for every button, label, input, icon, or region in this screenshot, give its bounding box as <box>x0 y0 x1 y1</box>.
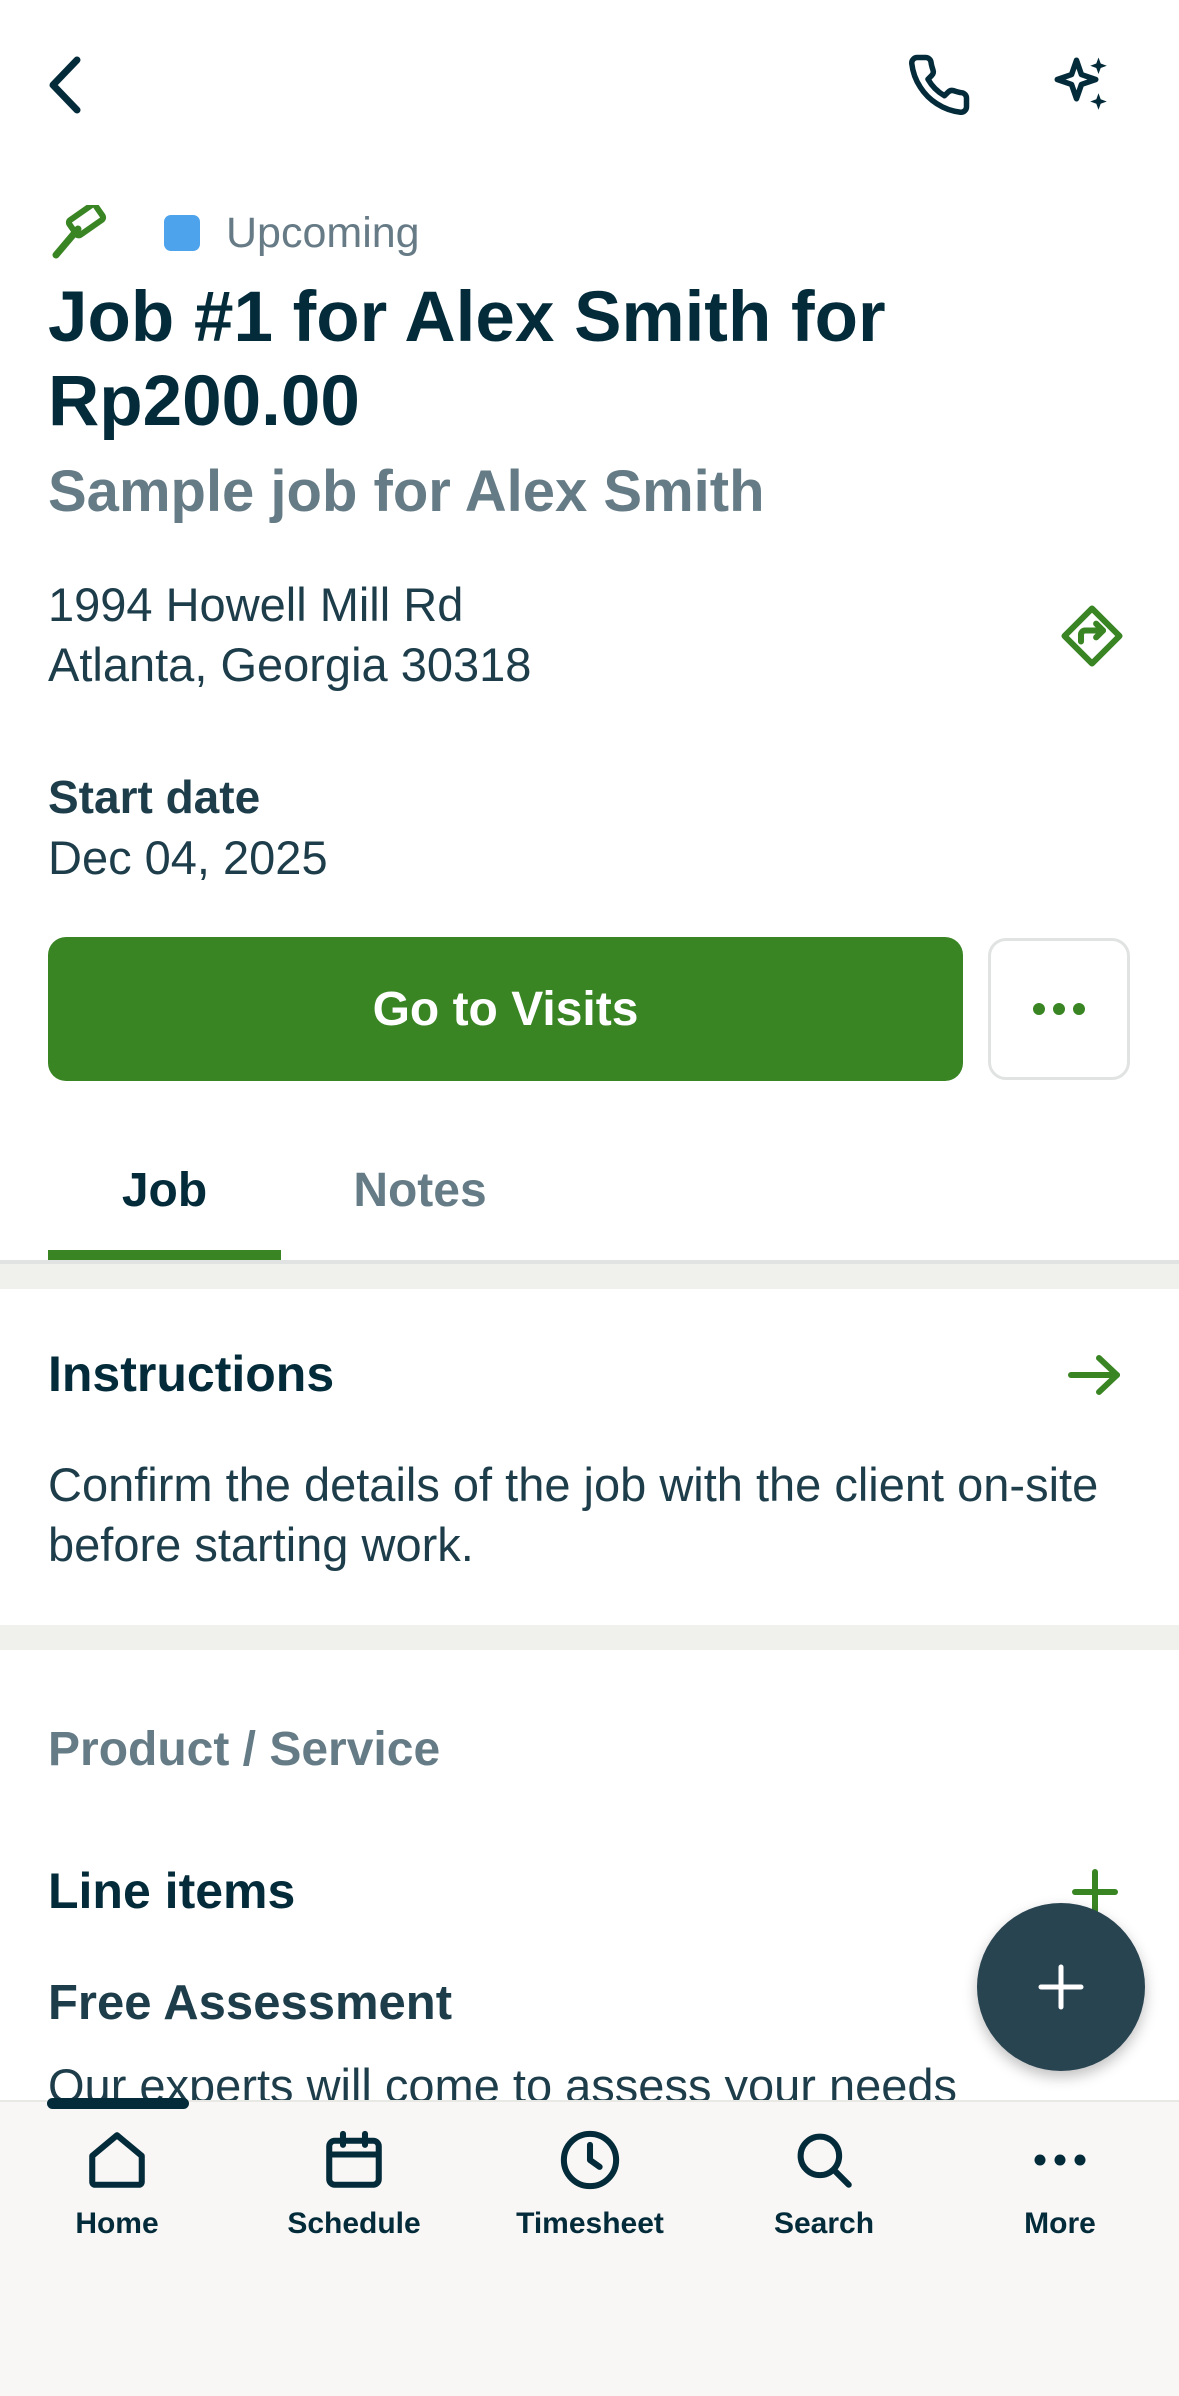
active-nav-indicator <box>47 2098 189 2109</box>
chevron-left-icon <box>49 56 81 114</box>
status-label: Upcoming <box>226 208 420 257</box>
more-actions-button[interactable] <box>988 938 1130 1080</box>
address-line-2: Atlanta, Georgia 30318 <box>48 638 532 691</box>
back-button[interactable] <box>22 40 112 130</box>
nav-timesheet-label: Timesheet <box>516 2207 664 2240</box>
line-items-title: Line items <box>48 1863 296 1919</box>
instructions-title: Instructions <box>48 1346 335 1402</box>
tab-job[interactable]: Job <box>48 1120 281 1260</box>
clock-icon <box>555 2125 625 2195</box>
home-icon <box>82 2125 152 2195</box>
nav-more[interactable]: More <box>960 2125 1160 2265</box>
sparkles-icon <box>1054 57 1107 110</box>
tab-bar: Job Notes <box>0 1120 1179 1260</box>
job-subtitle: Sample job for Alex Smith <box>48 459 765 524</box>
ellipsis-icon <box>1025 2125 1095 2195</box>
plus-icon <box>1038 1964 1084 2010</box>
directions-button[interactable] <box>1052 596 1132 676</box>
ellipsis-icon <box>1033 1003 1085 1015</box>
job-address[interactable]: 1994 Howell Mill Rd Atlanta, Georgia 303… <box>48 575 531 695</box>
product-service-title: Product / Service <box>48 1723 441 1776</box>
start-date-label: Start date <box>48 771 261 823</box>
create-fab-button[interactable] <box>977 1903 1145 2071</box>
ai-assist-button[interactable] <box>1037 40 1127 130</box>
phone-icon <box>909 54 970 115</box>
status-color-indicator <box>164 215 200 251</box>
search-icon <box>789 2125 859 2195</box>
section-separator <box>0 1264 1179 1289</box>
call-button[interactable] <box>894 40 984 130</box>
nav-schedule[interactable]: Schedule <box>254 2125 454 2265</box>
nav-search-label: Search <box>773 2207 875 2240</box>
job-title: Job #1 for Alex Smith for Rp200.00 <box>48 278 886 441</box>
nav-schedule-label: Schedule <box>287 2207 421 2240</box>
nav-more-label: More <box>1024 2207 1096 2240</box>
top-bar <box>0 0 1179 170</box>
nav-search[interactable]: Search <box>724 2125 924 2265</box>
nav-home[interactable]: Home <box>17 2125 217 2265</box>
nav-timesheet[interactable]: Timesheet <box>490 2125 690 2265</box>
hammer-icon <box>48 205 112 261</box>
status-row: Upcoming <box>48 205 420 261</box>
arrow-right-icon <box>1068 1355 1120 1395</box>
start-date-value: Dec 04, 2025 <box>48 831 328 884</box>
tab-notes[interactable]: Notes <box>330 1120 510 1260</box>
instructions-open-button[interactable] <box>1065 1345 1125 1405</box>
directions-icon <box>1061 605 1123 667</box>
line-item-name[interactable]: Free Assessment <box>48 1975 452 2031</box>
instructions-body: Confirm the details of the job with the … <box>48 1458 1099 1571</box>
nav-home-label: Home <box>75 2207 159 2240</box>
address-line-1: 1994 Howell Mill Rd <box>48 578 464 631</box>
go-to-visits-button[interactable]: Go to Visits <box>48 937 963 1081</box>
calendar-icon <box>319 2125 389 2195</box>
section-separator <box>0 1625 1179 1650</box>
